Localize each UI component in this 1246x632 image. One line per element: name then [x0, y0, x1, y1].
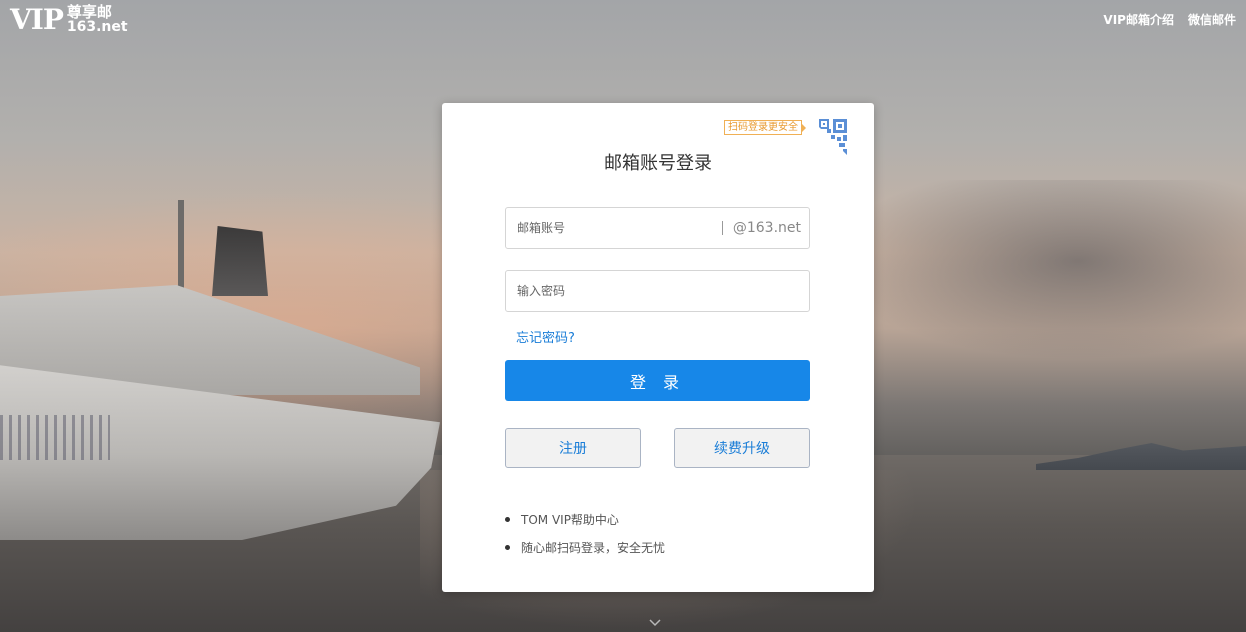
- logo-text-group: 尊享邮 163.net: [67, 5, 128, 35]
- site-logo[interactable]: VIP 尊享邮 163.net: [10, 2, 128, 38]
- ship-funnel: [212, 226, 268, 296]
- logo-cn-text: 尊享邮: [66, 3, 112, 21]
- top-nav: VIP邮箱介绍 微信邮件: [1103, 11, 1236, 28]
- forgot-password-link[interactable]: 忘记密码?: [516, 327, 575, 346]
- account-input[interactable]: [506, 208, 722, 248]
- account-field: @163.net: [505, 207, 810, 249]
- nav-wechat-mail[interactable]: 微信邮件: [1188, 11, 1236, 28]
- chevron-down-icon[interactable]: [648, 616, 662, 630]
- logo-domain-text: 163.net: [66, 19, 128, 35]
- renew-upgrade-button[interactable]: 续费升级: [674, 428, 810, 468]
- login-title: 邮箱账号登录: [604, 153, 712, 174]
- password-input[interactable]: [506, 271, 809, 311]
- register-button[interactable]: 注册: [505, 428, 641, 468]
- clouds: [826, 180, 1246, 360]
- nav-vip-intro[interactable]: VIP邮箱介绍: [1103, 11, 1174, 28]
- suffix-divider: [721, 221, 723, 235]
- login-button[interactable]: 登 录: [505, 360, 810, 401]
- qr-login-tip[interactable]: 扫码登录更安全: [724, 120, 806, 135]
- ship-mast: [178, 200, 184, 295]
- list-item: TOM VIP帮助中心: [505, 506, 665, 534]
- domain-suffix: @163.net: [732, 220, 801, 236]
- qr-app-link[interactable]: 随心邮扫码登录，安全无忧: [521, 541, 665, 555]
- help-center-link[interactable]: TOM VIP帮助中心: [521, 513, 619, 527]
- ship-windows: [0, 415, 110, 460]
- help-links: TOM VIP帮助中心 随心邮扫码登录，安全无忧: [505, 506, 665, 562]
- list-item: 随心邮扫码登录，安全无忧: [505, 534, 665, 562]
- logo-vip-text: VIP: [10, 3, 64, 36]
- login-card: 扫码登录更安全 邮箱账号登录 @163.net 忘记密码? 登 录 注册 续费升…: [442, 103, 874, 592]
- password-field: [505, 270, 810, 312]
